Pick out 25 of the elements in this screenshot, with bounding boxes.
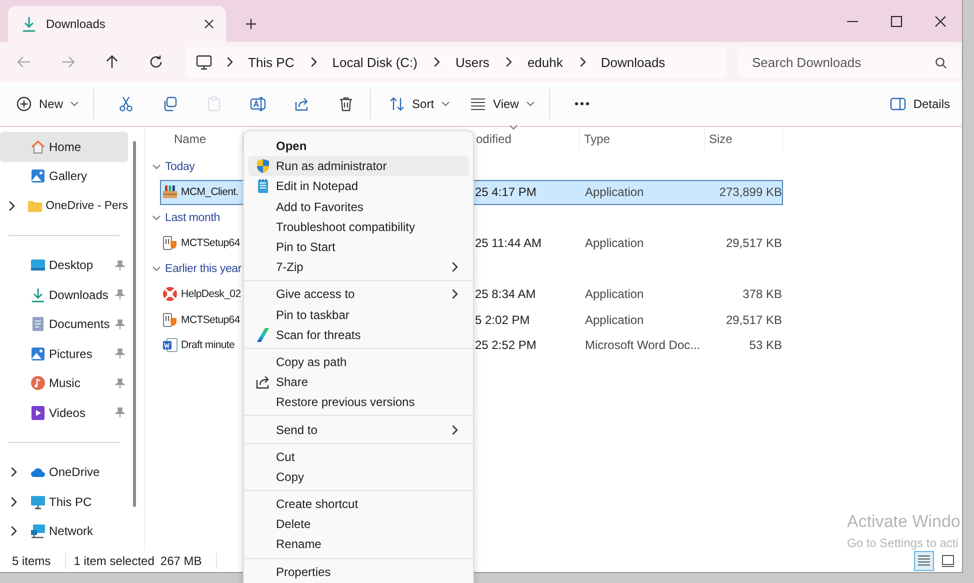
file-name: MCM_Client. [181, 186, 238, 198]
type-cell-text: Application [584, 236, 644, 250]
size-cell-text: 53 KB [748, 338, 782, 352]
file-name: MCTSetup64 [181, 314, 240, 326]
date-cell-text: 25 11:44 AM [474, 236, 542, 250]
type-cell-text: Application [584, 287, 644, 302]
activation-title: Activate Windo [847, 512, 960, 532]
selection-info: 1 item selected [74, 554, 154, 568]
type-cell-text: Microsoft Word Doc... [584, 338, 700, 352]
date-cell-text: 25 8:34 AM [474, 287, 536, 302]
selection-size: 267 MB [160, 554, 202, 568]
activation-subtitle: Go to Settings to acti [847, 536, 960, 550]
file-name: MCTSetup64 [181, 237, 240, 250]
file-name: HelpDesk_02 [181, 288, 241, 300]
type-cell-text: Application [584, 312, 644, 327]
size-cell-text: 29,517 KB [724, 312, 782, 327]
date-cell-text: 25 4:17 PM [474, 185, 536, 200]
file-name: Draft minute [181, 339, 235, 352]
item-count: 5 items [12, 554, 51, 568]
date-cell-text: 5 2:02 PM [474, 312, 530, 327]
size-cell-text: 273,899 KB [718, 185, 782, 200]
size-cell-text: 29,517 KB [724, 236, 782, 250]
date-cell-text: 25 2:52 PM [474, 338, 536, 352]
type-cell-text: Application [584, 185, 644, 200]
size-cell-text: 378 KB [742, 287, 782, 302]
